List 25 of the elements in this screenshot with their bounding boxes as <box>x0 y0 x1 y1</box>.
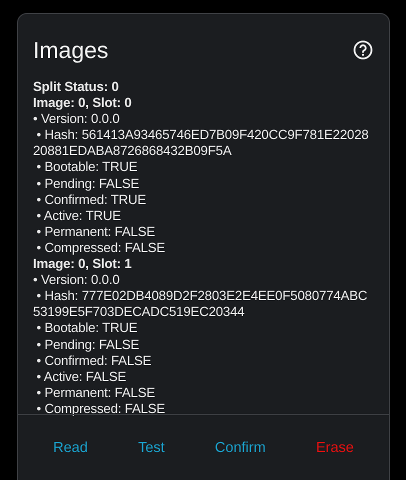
info-line: • Active: FALSE <box>36 368 128 385</box>
action-button[interactable]: Test <box>130 436 173 460</box>
info-line: • Hash: 777E02DB4089D2F2803E2E4EE0F5080774ABC53199E5F703DECADC519EC20344 <box>33 288 368 320</box>
info-line: • Version: 0.0.0 <box>33 111 121 128</box>
section-heading: Split Status: 0 <box>33 79 120 96</box>
info-line: • Compressed: FALSE <box>36 400 166 417</box>
info-line: • Pending: FALSE <box>36 336 140 353</box>
info-line: • Version: 0.0.0 <box>33 272 121 288</box>
action-button[interactable]: Read <box>45 436 96 460</box>
info-line: • Bootable: TRUE <box>36 159 138 176</box>
info-line: • Compressed: FALSE <box>36 240 166 256</box>
info-line: • Bootable: TRUE <box>36 320 138 336</box>
info-line: • Confirmed: TRUE <box>36 192 148 208</box>
info-line: • Pending: FALSE <box>36 176 140 192</box>
info-line: • Hash: 561413A93465746ED7B09F420CC9F781E2202820881EDABA8726868432B09F5A <box>33 127 370 160</box>
action-button[interactable]: Confirm <box>206 436 274 460</box>
section-heading: Image: 0, Slot: 1 <box>33 256 133 272</box>
info-line: • Permanent: FALSE <box>36 224 156 240</box>
section-heading: Image: 0, Slot: 0 <box>33 95 133 112</box>
card-title: Images <box>33 36 108 64</box>
info-line: • Active: TRUE <box>36 208 122 224</box>
action-button[interactable]: Erase <box>308 436 362 460</box>
info-line: • Permanent: FALSE <box>36 384 156 401</box>
help-icon[interactable] <box>353 40 373 60</box>
info-line: • Confirmed: FALSE <box>36 352 152 369</box>
